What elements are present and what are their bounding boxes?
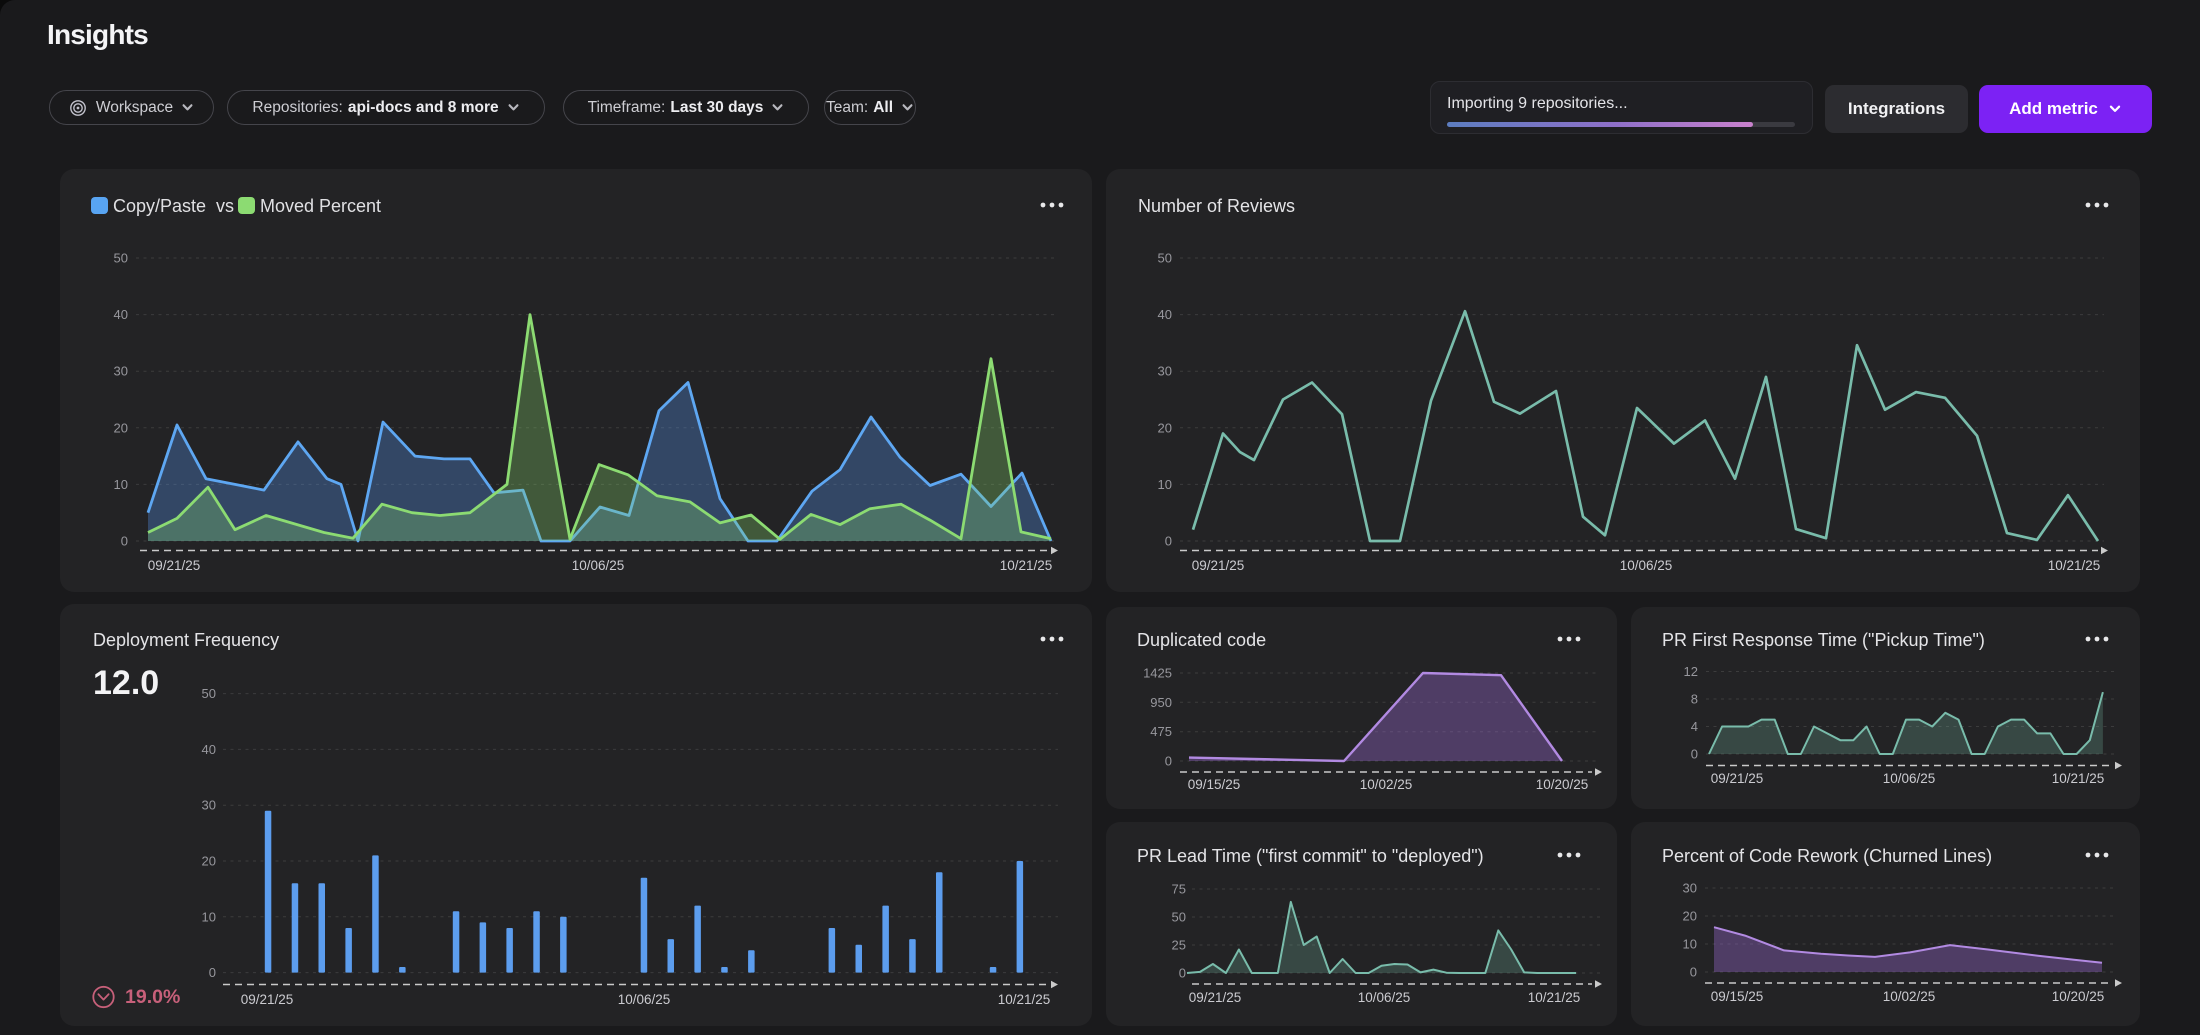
svg-text:10/06/25: 10/06/25 bbox=[572, 558, 625, 573]
svg-text:20: 20 bbox=[1158, 420, 1172, 435]
svg-text:10/06/25: 10/06/25 bbox=[1358, 990, 1411, 1005]
svg-text:0: 0 bbox=[209, 965, 216, 980]
svg-text:10/06/25: 10/06/25 bbox=[1883, 771, 1936, 786]
svg-text:09/21/25: 09/21/25 bbox=[1189, 990, 1242, 1005]
svg-text:0: 0 bbox=[1165, 754, 1172, 769]
svg-text:4: 4 bbox=[1691, 719, 1698, 734]
svg-text:10: 10 bbox=[114, 477, 128, 492]
svg-text:10: 10 bbox=[202, 909, 216, 924]
svg-text:30: 30 bbox=[114, 364, 128, 379]
svg-text:10/06/25: 10/06/25 bbox=[618, 992, 671, 1007]
svg-text:10/21/25: 10/21/25 bbox=[2048, 558, 2101, 573]
svg-text:10: 10 bbox=[1683, 937, 1697, 952]
svg-text:12: 12 bbox=[1684, 664, 1698, 679]
svg-text:20: 20 bbox=[114, 420, 128, 435]
svg-text:10/21/25: 10/21/25 bbox=[1000, 558, 1053, 573]
svg-text:10/02/25: 10/02/25 bbox=[1883, 989, 1936, 1004]
svg-text:09/15/25: 09/15/25 bbox=[1711, 989, 1764, 1004]
svg-text:09/15/25: 09/15/25 bbox=[1188, 777, 1241, 792]
svg-text:1425: 1425 bbox=[1143, 666, 1172, 681]
svg-text:09/21/25: 09/21/25 bbox=[1711, 771, 1764, 786]
svg-text:19.0%: 19.0% bbox=[125, 986, 180, 1008]
svg-text:950: 950 bbox=[1150, 695, 1172, 710]
svg-text:09/21/25: 09/21/25 bbox=[1192, 558, 1245, 573]
svg-text:20: 20 bbox=[1683, 909, 1697, 924]
svg-text:50: 50 bbox=[202, 686, 216, 701]
svg-text:09/21/25: 09/21/25 bbox=[148, 558, 201, 573]
svg-text:10/21/25: 10/21/25 bbox=[2052, 771, 2105, 786]
svg-text:30: 30 bbox=[202, 798, 216, 813]
svg-text:09/21/25: 09/21/25 bbox=[241, 992, 294, 1007]
svg-text:30: 30 bbox=[1158, 364, 1172, 379]
svg-text:50: 50 bbox=[1158, 251, 1172, 266]
svg-text:8: 8 bbox=[1691, 692, 1698, 707]
svg-text:10/20/25: 10/20/25 bbox=[1536, 777, 1589, 792]
svg-text:0: 0 bbox=[1179, 966, 1186, 981]
svg-text:10/21/25: 10/21/25 bbox=[1528, 990, 1581, 1005]
svg-text:0: 0 bbox=[121, 534, 128, 549]
svg-text:40: 40 bbox=[1158, 307, 1172, 322]
svg-text:25: 25 bbox=[1172, 938, 1186, 953]
svg-text:0: 0 bbox=[1165, 534, 1172, 549]
svg-text:0: 0 bbox=[1690, 965, 1697, 980]
svg-text:40: 40 bbox=[114, 307, 128, 322]
svg-text:20: 20 bbox=[202, 854, 216, 869]
svg-text:50: 50 bbox=[1172, 910, 1186, 925]
svg-text:10/21/25: 10/21/25 bbox=[998, 992, 1051, 1007]
svg-text:10: 10 bbox=[1158, 477, 1172, 492]
svg-text:75: 75 bbox=[1172, 882, 1186, 897]
svg-text:0: 0 bbox=[1691, 747, 1698, 762]
svg-text:10/06/25: 10/06/25 bbox=[1620, 558, 1673, 573]
svg-text:40: 40 bbox=[202, 742, 216, 757]
svg-text:50: 50 bbox=[114, 251, 128, 266]
svg-text:475: 475 bbox=[1150, 724, 1172, 739]
svg-text:10/20/25: 10/20/25 bbox=[2052, 989, 2105, 1004]
svg-text:30: 30 bbox=[1683, 881, 1697, 896]
svg-text:10/02/25: 10/02/25 bbox=[1360, 777, 1413, 792]
